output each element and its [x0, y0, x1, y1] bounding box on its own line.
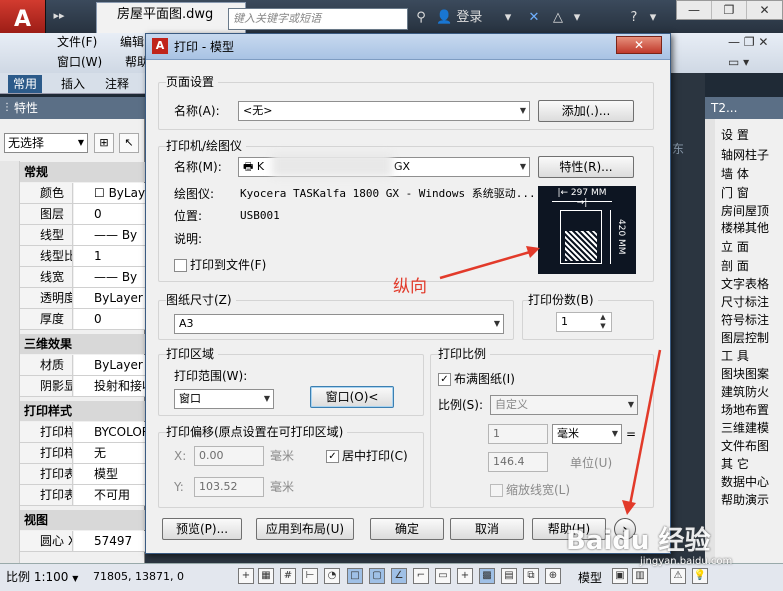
annotation-arrows: [439, 246, 662, 515]
baidu-watermark: Baidu 经验: [566, 526, 711, 556]
arrow-to-more: [628, 349, 662, 506]
arrow-head-more: [622, 500, 636, 515]
arrow-head-preview: [526, 246, 540, 258]
arrow-to-preview: [439, 250, 531, 280]
baidu-watermark-url: jingyan.baidu.com: [640, 556, 733, 567]
portrait-annotation: 纵向: [393, 277, 427, 297]
